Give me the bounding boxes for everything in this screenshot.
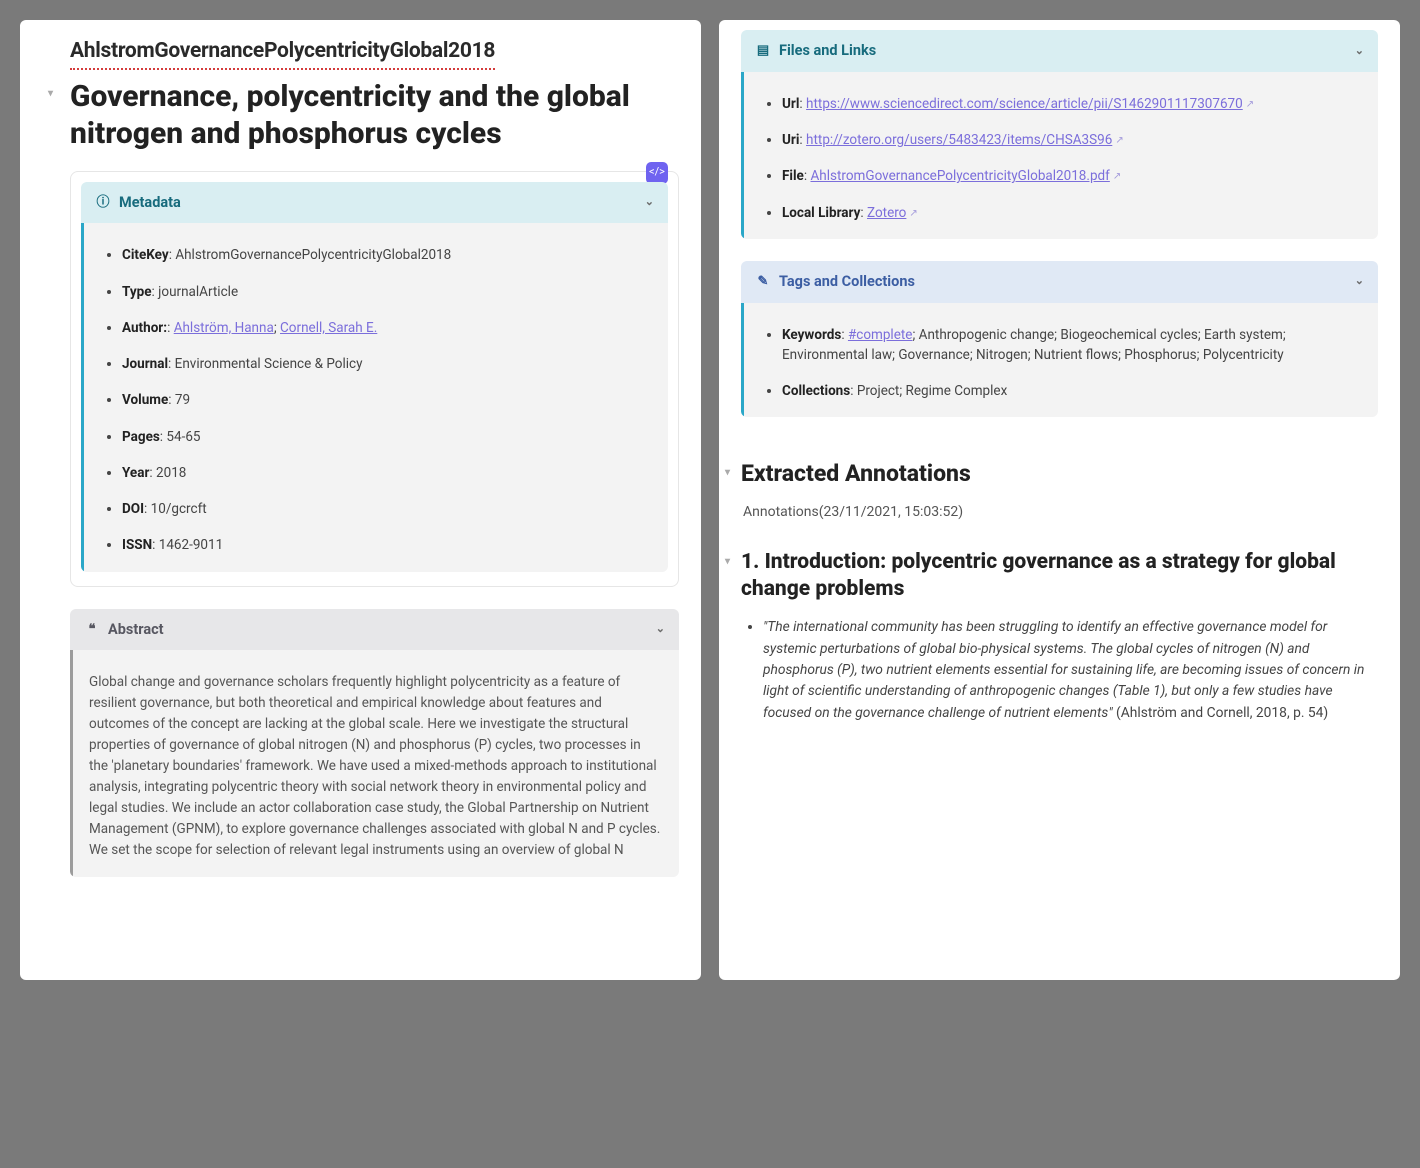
left-panel: AhlstromGovernancePolycentricityGlobal20…	[20, 20, 701, 980]
meta-pages: Pages: 54-65	[122, 427, 652, 447]
file-url: Url: https://www.sciencedirect.com/scien…	[782, 94, 1362, 114]
keyword-tag-link[interactable]: #complete	[848, 327, 913, 343]
metadata-container: </> ⓘ Metadata ⌄ CiteKey: AhlstromGovern…	[70, 171, 679, 587]
meta-type: Type: journalArticle	[122, 282, 652, 302]
abstract-header-label: Abstract	[108, 619, 164, 641]
annotation-quote-list: "The international community has been st…	[741, 617, 1378, 724]
file-name: AhlstromGovernancePolycentricityGlobal20…	[70, 36, 495, 70]
abstract-header[interactable]: ❝ Abstract ⌄	[70, 609, 679, 651]
meta-year: Year: 2018	[122, 463, 652, 483]
metadata-header-label: Metadata	[119, 192, 181, 214]
pdf-link[interactable]: AhlstromGovernancePolycentricityGlobal20…	[810, 168, 1121, 184]
meta-issn: ISSN: 1462-9011	[122, 535, 652, 555]
abstract-text: Global change and governance scholars fr…	[89, 672, 663, 860]
tags-list: Keywords: #complete; Anthropogenic chang…	[760, 325, 1362, 402]
fold-caret-icon[interactable]: ▾	[725, 465, 730, 480]
local-library-link[interactable]: Zotero	[867, 205, 918, 221]
fold-caret-icon[interactable]: ▾	[725, 555, 730, 568]
abstract-callout: ❝ Abstract ⌄ Global change and governanc…	[70, 609, 679, 877]
annotations-heading-text: Extracted Annotations	[741, 460, 971, 487]
tags-header[interactable]: ✎ Tags and Collections ⌄	[741, 261, 1378, 303]
url-link[interactable]: https://www.sciencedirect.com/science/ar…	[806, 96, 1254, 112]
metadata-callout: ⓘ Metadata ⌄ CiteKey: AhlstromGovernance…	[81, 182, 668, 572]
collections-row: Collections: Project; Regime Complex	[782, 381, 1362, 401]
uri-link[interactable]: http://zotero.org/users/5483423/items/CH…	[806, 132, 1124, 148]
meta-volume: Volume: 79	[122, 390, 652, 410]
annotation-subheading-text: 1. Introduction: polycentric governance …	[741, 550, 1336, 601]
annotation-cite: (Ahlström and Cornell, 2018, p. 54)	[1113, 705, 1329, 721]
annotation-quote: "The international community has been st…	[763, 617, 1378, 724]
tags-header-label: Tags and Collections	[779, 271, 915, 293]
file-local: Local Library: Zotero	[782, 203, 1362, 223]
annotations-heading: ▾ Extracted Annotations	[741, 457, 1378, 492]
tags-body: Keywords: #complete; Anthropogenic chang…	[741, 303, 1378, 418]
page-title-text: Governance, polycentricity and the globa…	[70, 79, 630, 152]
metadata-list: CiteKey: AhlstromGovernancePolycentricit…	[100, 245, 652, 555]
fold-caret-icon[interactable]: ▾	[48, 88, 53, 101]
meta-doi: DOI: 10/gcrcft	[122, 499, 652, 519]
file-uri: Uri: http://zotero.org/users/5483423/ite…	[782, 130, 1362, 150]
pencil-icon: ✎	[755, 274, 771, 290]
chevron-down-icon: ⌄	[645, 194, 654, 211]
files-callout: ▤ Files and Links ⌄ Url: https://www.sci…	[741, 30, 1378, 239]
annotation-subheading: ▾ 1. Introduction: polycentric governanc…	[741, 549, 1378, 604]
chevron-down-icon: ⌄	[1355, 273, 1364, 290]
files-header[interactable]: ▤ Files and Links ⌄	[741, 30, 1378, 72]
annotations-timestamp: Annotations(23/11/2021, 15:03:52)	[743, 502, 1378, 523]
page-title: ▾ Governance, polycentricity and the glo…	[70, 78, 679, 153]
metadata-header[interactable]: ⓘ Metadata ⌄	[81, 182, 668, 224]
meta-journal: Journal: Environmental Science & Policy	[122, 354, 652, 374]
note-icon: ▤	[755, 43, 771, 59]
metadata-body: CiteKey: AhlstromGovernancePolycentricit…	[81, 223, 668, 571]
keywords-row: Keywords: #complete; Anthropogenic chang…	[782, 325, 1362, 366]
meta-citekey: CiteKey: AhlstromGovernancePolycentricit…	[122, 245, 652, 265]
files-body: Url: https://www.sciencedirect.com/scien…	[741, 72, 1378, 239]
tags-callout: ✎ Tags and Collections ⌄ Keywords: #comp…	[741, 261, 1378, 418]
files-header-label: Files and Links	[779, 40, 876, 62]
workspace: AhlstromGovernancePolycentricityGlobal20…	[20, 20, 1400, 980]
abstract-body: Global change and governance scholars fr…	[70, 650, 679, 876]
files-list: Url: https://www.sciencedirect.com/scien…	[760, 94, 1362, 223]
meta-author: Author:: Ahlström, Hanna; Cornell, Sarah…	[122, 318, 652, 338]
author-link-2[interactable]: Cornell, Sarah E.	[280, 320, 377, 336]
code-badge-icon[interactable]: </>	[646, 162, 668, 184]
author-link-1[interactable]: Ahlström, Hanna	[174, 320, 274, 336]
right-panel: ▤ Files and Links ⌄ Url: https://www.sci…	[719, 20, 1400, 980]
info-icon: ⓘ	[95, 194, 111, 210]
quote-icon: ❝	[84, 621, 100, 637]
chevron-down-icon: ⌄	[1355, 43, 1364, 60]
chevron-down-icon: ⌄	[656, 621, 665, 638]
file-pdf: File: AhlstromGovernancePolycentricityGl…	[782, 166, 1362, 186]
